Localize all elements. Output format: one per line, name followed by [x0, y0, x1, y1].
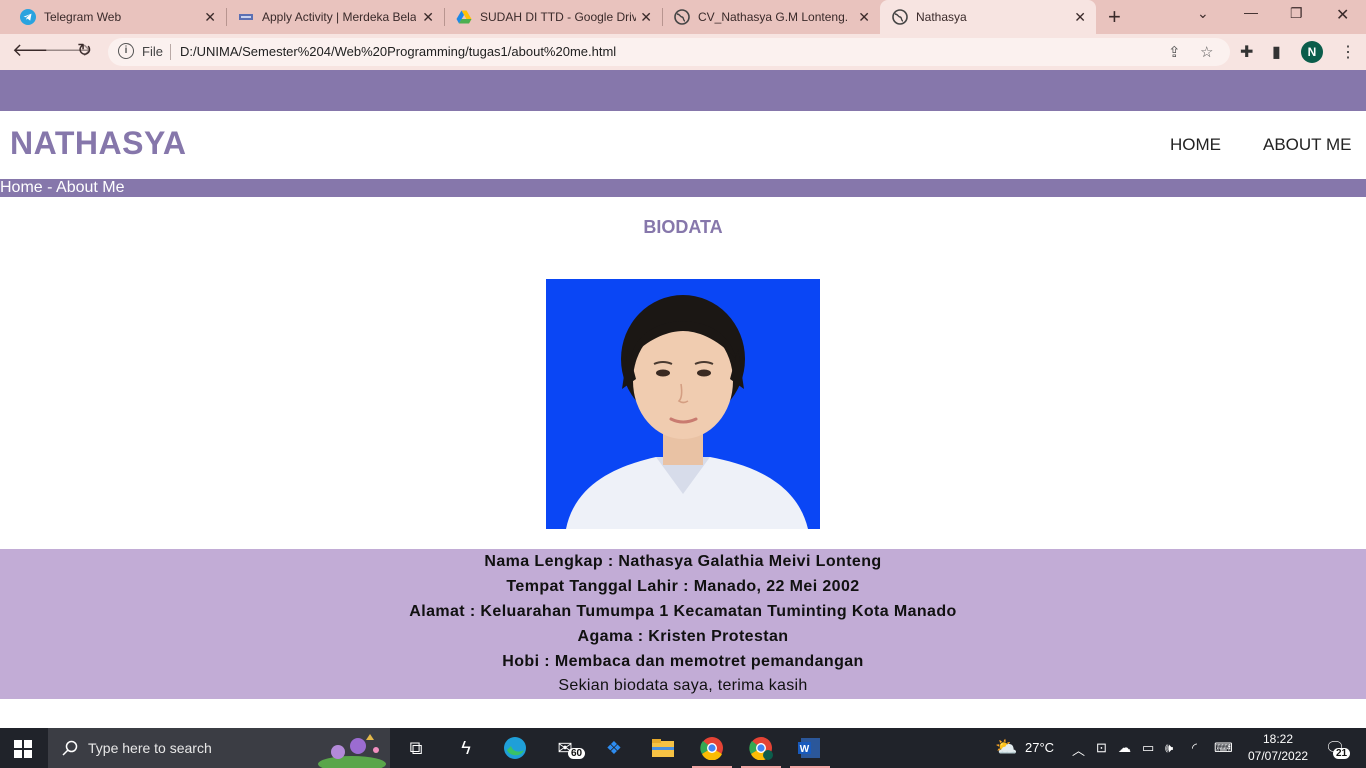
google-drive-icon — [456, 10, 472, 24]
divider — [170, 44, 171, 60]
tab-title: Telegram Web — [44, 10, 122, 24]
browser-toolbar: 🡐 🡒 ↻ i File D:/UNIMA/Semester%204/Web%2… — [0, 34, 1366, 70]
tab-search-icon[interactable]: ⌄ — [1197, 5, 1209, 22]
url-text[interactable]: D:/UNIMA/Semester%204/Web%20Programming/… — [180, 44, 616, 59]
mail-badge: 60 — [568, 748, 586, 759]
search-highlight-icon — [318, 734, 386, 768]
search-placeholder: Type here to search — [88, 740, 212, 756]
breadcrumb: Home - About Me — [0, 179, 125, 196]
minimize-button[interactable]: — — [1244, 4, 1258, 20]
menu-kebab-icon[interactable]: ⋮ — [1340, 42, 1356, 62]
kampus-merdeka-icon — [239, 14, 253, 20]
windows-taskbar: Type here to search ⧉ ϟ ✉ 60 ❖ W ⛅ 27°C … — [0, 728, 1366, 768]
taskbar-search-box[interactable]: Type here to search — [48, 728, 390, 768]
svg-text:W: W — [800, 744, 810, 755]
extensions-icon[interactable]: ✚ — [1240, 42, 1253, 62]
close-icon[interactable]: ✕ — [640, 9, 652, 26]
tab-cv-pdf[interactable]: CV_Nathasya G.M Lonteng.pdf ✕ — [654, 0, 880, 34]
close-icon[interactable]: ✕ — [422, 9, 434, 26]
new-tab-button[interactable]: + — [1108, 4, 1121, 30]
chevron-up-icon[interactable]: ︿ — [1072, 740, 1085, 759]
top-color-band — [0, 70, 1366, 111]
file-explorer-icon[interactable] — [649, 734, 677, 762]
tab-title: SUDAH DI TTD - Google Drive — [480, 10, 636, 24]
bio-birth: Tempat Tanggal Lahir : Manado, 22 Mei 20… — [506, 578, 860, 595]
windows-start-icon[interactable] — [14, 740, 32, 758]
weather-temp[interactable]: 27°C — [1025, 740, 1054, 755]
nav-about-me-link[interactable]: ABOUT ME — [1263, 135, 1351, 155]
close-window-button[interactable]: ✕ — [1336, 5, 1349, 25]
close-icon[interactable]: ✕ — [1074, 9, 1086, 26]
tab-nathasya[interactable]: Nathasya ✕ — [880, 0, 1096, 34]
bio-hobby: Hobi : Membaca dan memotret pemandangan — [502, 653, 864, 670]
globe-icon — [674, 9, 690, 25]
section-title: BIODATA — [643, 217, 723, 237]
telegram-icon — [20, 9, 36, 25]
tab-telegram[interactable]: Telegram Web ✕ — [0, 0, 226, 34]
clock-time: 18:22 — [1262, 732, 1294, 746]
tab-title: Apply Activity | Merdeka Belajar — [262, 10, 416, 24]
share-icon[interactable]: ⇪ — [1168, 43, 1181, 61]
scheme-label: File — [142, 44, 163, 59]
bookmark-star-icon[interactable]: ☆ — [1200, 43, 1213, 61]
task-view-icon[interactable]: ⧉ — [402, 734, 430, 762]
breadcrumb-bar: Home - About Me — [0, 179, 1366, 197]
notification-badge: 21 — [1333, 748, 1351, 759]
tab-title: Nathasya — [916, 10, 967, 24]
keyboard-icon[interactable]: ⌨ — [1214, 740, 1233, 756]
site-brand[interactable]: NATHASYA — [10, 125, 186, 162]
word-icon[interactable]: W — [790, 734, 830, 768]
wifi-icon[interactable]: ◜ — [1192, 740, 1197, 756]
chrome-icon[interactable] — [692, 734, 732, 768]
restore-button[interactable]: ❐ — [1290, 5, 1303, 22]
side-panel-icon[interactable]: ▮ — [1272, 42, 1281, 62]
weather-icon[interactable]: ⛅ — [995, 737, 1017, 758]
tab-title: CV_Nathasya G.M Lonteng.pdf — [698, 10, 848, 24]
site-header: NATHASYA HOME ABOUT ME — [0, 111, 1366, 179]
search-icon — [62, 740, 78, 756]
volume-icon[interactable]: 🕪 — [1165, 740, 1173, 756]
chrome-profile-icon[interactable] — [741, 734, 781, 768]
bio-closing-text: Sekian biodata saya, terima kasih — [558, 677, 808, 694]
bio-religion: Agama : Kristen Protestan — [577, 628, 789, 645]
battery-icon[interactable]: ▭ — [1142, 740, 1154, 756]
close-icon[interactable]: ✕ — [204, 9, 216, 26]
bio-address: Alamat : Keluarahan Tumumpa 1 Kecamatan … — [409, 603, 957, 620]
edge-icon[interactable] — [501, 734, 529, 762]
biodata-panel: Nama Lengkap : Nathasya Galathia Meivi L… — [0, 549, 1366, 699]
tab-merdeka[interactable]: Apply Activity | Merdeka Belajar ✕ — [218, 0, 444, 34]
browser-tab-strip: Telegram Web ✕ Apply Activity | Merdeka … — [0, 0, 1366, 34]
system-clock[interactable]: 18:22 07/07/2022 — [1248, 731, 1308, 765]
dropbox-icon[interactable]: ❖ — [600, 734, 628, 762]
profile-photo — [546, 279, 820, 529]
bio-full-name: Nama Lengkap : Nathasya Galathia Meivi L… — [484, 553, 882, 570]
vscode-like-app-icon[interactable]: ϟ — [452, 734, 480, 762]
clock-date: 07/07/2022 — [1248, 749, 1309, 763]
reload-button[interactable]: ↻ — [77, 40, 92, 61]
tab-google-drive[interactable]: SUDAH DI TTD - Google Drive ✕ — [436, 0, 662, 34]
meet-now-icon[interactable]: ⊡ — [1096, 740, 1107, 756]
person-portrait-illustration — [546, 279, 820, 529]
profile-avatar[interactable]: N — [1301, 41, 1323, 63]
close-icon[interactable]: ✕ — [858, 9, 870, 26]
onedrive-icon[interactable]: ☁ — [1118, 740, 1131, 756]
globe-icon — [892, 9, 908, 25]
nav-home-link[interactable]: HOME — [1170, 135, 1221, 155]
address-bar[interactable]: i File D:/UNIMA/Semester%204/Web%20Progr… — [108, 38, 1230, 66]
info-icon[interactable]: i — [118, 43, 134, 59]
